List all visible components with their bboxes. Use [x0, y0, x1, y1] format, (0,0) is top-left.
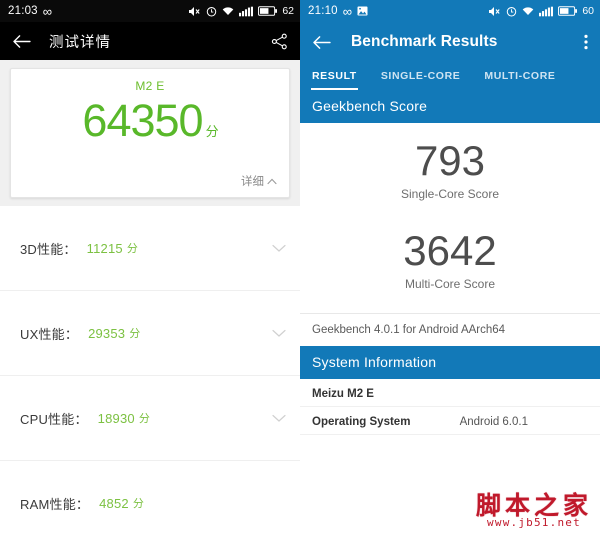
tab-single-core[interactable]: SINGLE-CORE — [380, 62, 462, 90]
metric-row-cpu[interactable]: CPU性能： 18930 分 — [0, 376, 300, 461]
geekbench-app-bar: Benchmark Results — [300, 22, 600, 62]
page-title: Benchmark Results — [351, 33, 498, 50]
chevron-up-icon — [267, 178, 277, 185]
signal-icon — [539, 6, 554, 17]
wifi-icon — [522, 6, 534, 17]
overflow-menu-icon[interactable] — [584, 34, 588, 50]
dual-screenshot-container: 21:03 ∞ 62 测试详情 M2 E 64350 分 详细 3D性能： 11… — [0, 0, 600, 533]
alarm-icon — [506, 6, 517, 17]
metric-row-3d[interactable]: 3D性能： 11215 分 — [0, 206, 300, 291]
back-arrow-icon[interactable] — [312, 35, 331, 50]
tab-result[interactable]: RESULT — [311, 62, 358, 90]
mute-icon — [488, 6, 501, 17]
tab-multi-core[interactable]: MULTI-CORE — [483, 62, 556, 90]
overall-score-unit: 分 — [205, 124, 219, 139]
infinity-icon: ∞ — [342, 3, 353, 19]
mute-icon — [188, 6, 201, 17]
multi-core-score-value: 3642 — [403, 227, 497, 274]
right-phone-screen-geekbench: 21:10 ∞ 60 Benchmark Results RESULT SING… — [300, 0, 600, 533]
detail-link-label: 详细 — [241, 176, 264, 188]
metric-label: RAM性能： — [20, 496, 90, 512]
alarm-icon — [206, 6, 217, 17]
page-title: 测试详情 — [49, 34, 111, 51]
overall-score-value: 64350 — [82, 95, 203, 146]
battery-level-text: 62 — [282, 5, 294, 17]
geekbench-app-content: Benchmark Results RESULT SINGLE-CORE MUL… — [300, 22, 600, 533]
tab-bar: RESULT SINGLE-CORE MULTI-CORE — [300, 62, 600, 90]
metric-list: 3D性能： 11215 分 UX性能： 29353 分 CPU性能： 18930… — [0, 206, 300, 533]
status-bar-right: 21:10 ∞ 60 — [300, 0, 600, 22]
left-phone-screen-antutu: 21:03 ∞ 62 测试详情 M2 E 64350 分 详细 3D性能： 11… — [0, 0, 300, 533]
device-name-label: M2 E — [135, 79, 165, 93]
section-header-geekbench-score: Geekbench Score — [300, 90, 600, 123]
battery-level-text: 60 — [582, 5, 594, 17]
wifi-icon — [222, 6, 234, 17]
status-bar-left-group: 21:03 ∞ — [8, 5, 52, 18]
share-icon[interactable] — [271, 33, 288, 50]
section-header-system-information: System Information — [300, 346, 600, 379]
antutu-app-content: 测试详情 M2 E 64350 分 详细 3D性能： 11215 分 UX性能：… — [0, 22, 300, 533]
metric-value: 29353 — [88, 325, 126, 341]
battery-icon — [558, 6, 578, 16]
status-bar-left-group: 21:10 ∞ — [308, 5, 368, 18]
metric-value: 11215 — [86, 240, 123, 256]
single-core-score-label: Single-Core Score — [400, 187, 500, 201]
metric-value: 18930 — [97, 410, 135, 426]
os-label: Operating System — [312, 416, 411, 428]
antutu-app-bar: 测试详情 — [0, 22, 300, 60]
metric-label: UX性能： — [20, 326, 79, 342]
back-arrow-icon[interactable] — [12, 34, 31, 49]
os-value: Android 6.0.1 — [459, 416, 528, 428]
chevron-down-icon[interactable] — [272, 414, 286, 423]
chevron-down-icon[interactable] — [272, 329, 286, 338]
metric-unit: 分 — [138, 413, 150, 425]
signal-icon — [239, 6, 254, 17]
metric-label: 3D性能： — [20, 241, 77, 257]
multi-core-score-block: 3642 Multi-Core Score — [300, 201, 600, 291]
overall-score-value-wrap: 64350 分 — [11, 95, 289, 158]
status-bar-right-group: 62 — [188, 5, 294, 17]
multi-core-score-label: Multi-Core Score — [404, 277, 496, 291]
device-name-value: Meizu M2 E — [312, 388, 374, 400]
status-time: 21:03 — [8, 5, 38, 17]
status-bar-left: 21:03 ∞ 62 — [0, 0, 300, 22]
single-core-score-value: 793 — [414, 137, 486, 184]
image-icon — [357, 6, 368, 16]
detail-link[interactable]: 详细 — [241, 173, 277, 189]
infinity-icon: ∞ — [42, 3, 53, 19]
metric-row-ux[interactable]: UX性能： 29353 分 — [0, 291, 300, 376]
metric-unit: 分 — [126, 243, 138, 255]
geekbench-version-text: Geekbench 4.0.1 for Android AArch64 — [300, 313, 600, 346]
metric-unit: 分 — [132, 498, 144, 510]
status-bar-right-group: 60 — [488, 5, 594, 17]
single-core-score-block: 793 Single-Core Score — [300, 123, 600, 201]
chevron-down-icon[interactable] — [272, 244, 286, 253]
metric-label: CPU性能： — [20, 411, 88, 427]
metric-unit: 分 — [129, 328, 141, 340]
info-row-os: Operating System Android 6.0.1 — [300, 407, 600, 435]
metric-value: 4852 — [99, 495, 129, 511]
info-row-device: Meizu M2 E — [300, 379, 600, 407]
overall-score-card[interactable]: M2 E 64350 分 详细 — [10, 68, 290, 198]
status-time: 21:10 — [308, 5, 338, 17]
battery-icon — [258, 6, 278, 16]
metric-row-ram[interactable]: RAM性能： 4852 分 — [0, 461, 300, 533]
